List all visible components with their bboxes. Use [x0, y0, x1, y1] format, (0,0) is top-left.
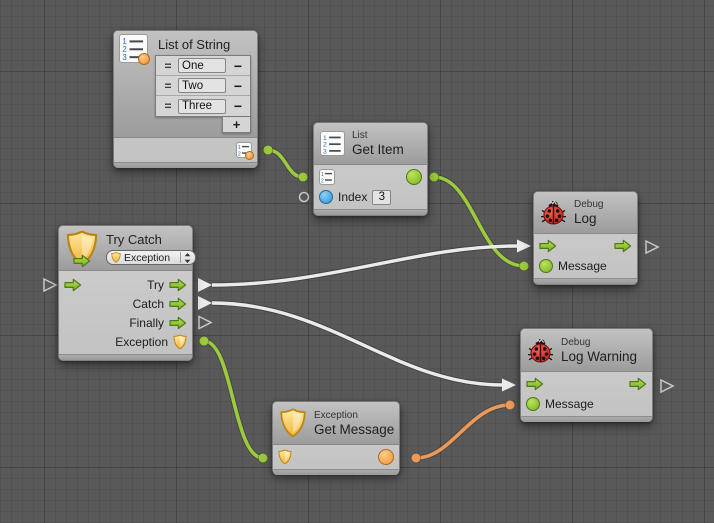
drag-handle-icon[interactable]: =	[158, 99, 178, 113]
list-item-row: = −	[156, 56, 250, 76]
index-port-hint	[300, 193, 309, 202]
finally-port-label: Finally	[129, 316, 164, 330]
catch-port-label: Catch	[133, 297, 164, 311]
message-input-port[interactable]	[526, 397, 540, 411]
finally-output-port[interactable]	[169, 316, 187, 330]
try-catch-icon	[65, 230, 101, 267]
list-item-row: = −	[156, 76, 250, 96]
index-port-label: Index	[338, 190, 367, 204]
message-port-label: Message	[545, 397, 594, 411]
svg-text:3: 3	[323, 148, 327, 155]
node-get-item[interactable]: 1 2 3 List Get Item 1 2	[313, 122, 428, 216]
ladybug-icon	[527, 337, 554, 364]
node-title: Get Message	[314, 422, 394, 437]
svg-text:1: 1	[238, 145, 241, 151]
exception-port-label: Exception	[115, 335, 168, 349]
graph-canvas[interactable]: 1 2 3 List of String = −	[0, 0, 714, 523]
message-input-port[interactable]	[539, 259, 553, 273]
list-output-port[interactable]: 1 2	[236, 142, 252, 158]
node-category: Debug	[574, 199, 603, 211]
node-title: Get Item	[352, 142, 404, 157]
node-debug-log[interactable]: Debug Log Message	[533, 191, 638, 285]
ladybug-icon	[540, 199, 567, 226]
svg-text:2: 2	[321, 178, 324, 184]
exception-type-dropdown[interactable]: Exception	[106, 250, 196, 265]
node-footer	[534, 278, 637, 284]
flow-input-port[interactable]	[539, 239, 557, 253]
dropdown-stepper-icon	[184, 252, 191, 264]
add-item-button[interactable]: +	[222, 117, 251, 133]
connection-try-to-log[interactable]	[198, 240, 531, 293]
try-port-label: Try	[147, 278, 164, 292]
flow-input-port[interactable]	[64, 278, 82, 292]
list-item-field[interactable]	[178, 58, 226, 73]
node-category: List	[352, 130, 404, 142]
log-flow-out-hint	[646, 241, 658, 253]
node-footer	[59, 354, 192, 360]
remove-item-button[interactable]: −	[228, 98, 248, 114]
exception-input-port[interactable]	[278, 449, 292, 465]
variable-dot	[138, 53, 150, 65]
index-input-port[interactable]	[319, 190, 333, 204]
shield-icon	[279, 408, 307, 438]
node-category: Exception	[314, 410, 394, 422]
flow-output-port[interactable]	[629, 377, 647, 391]
node-footer	[314, 209, 427, 215]
connection-catch-to-logwarning[interactable]	[198, 296, 516, 392]
node-footer	[273, 469, 399, 475]
dropdown-separator	[180, 252, 181, 263]
exception-output-port[interactable]	[173, 334, 187, 350]
node-debug-log-warning[interactable]: Debug Log Warning Message	[520, 328, 653, 422]
list-icon: 1 2 3	[320, 131, 345, 156]
index-value-field[interactable]	[372, 190, 391, 205]
node-title: Try Catch	[106, 232, 192, 247]
variable-dot	[245, 151, 254, 160]
finally-out-hint	[199, 317, 211, 329]
list-input-port[interactable]: 1 2	[319, 169, 335, 185]
svg-text:2: 2	[238, 151, 241, 157]
message-port-label: Message	[558, 259, 607, 273]
node-footer	[114, 162, 257, 168]
connection-getmessage-to-warning-message[interactable]	[411, 400, 515, 463]
svg-text:1: 1	[321, 172, 324, 178]
node-list-of-string[interactable]: 1 2 3 List of String = −	[113, 30, 258, 168]
node-get-message[interactable]: Exception Get Message	[272, 401, 400, 474]
catch-output-port[interactable]	[169, 297, 187, 311]
result-output-port[interactable]	[406, 169, 422, 185]
shield-icon	[111, 252, 121, 263]
node-title: Log	[574, 211, 603, 226]
drag-handle-icon[interactable]: =	[158, 59, 178, 73]
list-item-field[interactable]	[178, 99, 226, 114]
node-footer	[521, 416, 652, 422]
node-title: Log Warning	[561, 349, 637, 364]
node-title: List of String	[158, 31, 257, 52]
list-item-row: = −	[156, 96, 250, 116]
trycatch-flow-in-hint	[44, 279, 56, 291]
dropdown-value: Exception	[124, 252, 177, 264]
svg-text:3: 3	[122, 53, 127, 62]
flow-output-port[interactable]	[614, 239, 632, 253]
list-editor: = − = − = − +	[155, 55, 251, 133]
result-output-port[interactable]	[378, 449, 394, 465]
connection-list-to-getitem[interactable]	[263, 145, 308, 182]
flow-arrow-icon	[73, 254, 91, 268]
list-variable-icon: 1 2 3	[119, 34, 148, 63]
try-output-port[interactable]	[169, 278, 187, 292]
drag-handle-icon[interactable]: =	[158, 79, 178, 93]
node-try-catch[interactable]: Try Catch Exception	[58, 225, 193, 361]
remove-item-button[interactable]: −	[228, 58, 248, 74]
flow-input-port[interactable]	[526, 377, 544, 391]
node-category: Debug	[561, 337, 637, 349]
list-item-field[interactable]	[178, 78, 226, 93]
remove-item-button[interactable]: −	[228, 78, 248, 94]
logwarning-flow-out-hint	[661, 380, 673, 392]
connection-exception-to-getmessage[interactable]	[199, 336, 268, 463]
connection-getitem-to-log-message[interactable]	[429, 172, 529, 271]
